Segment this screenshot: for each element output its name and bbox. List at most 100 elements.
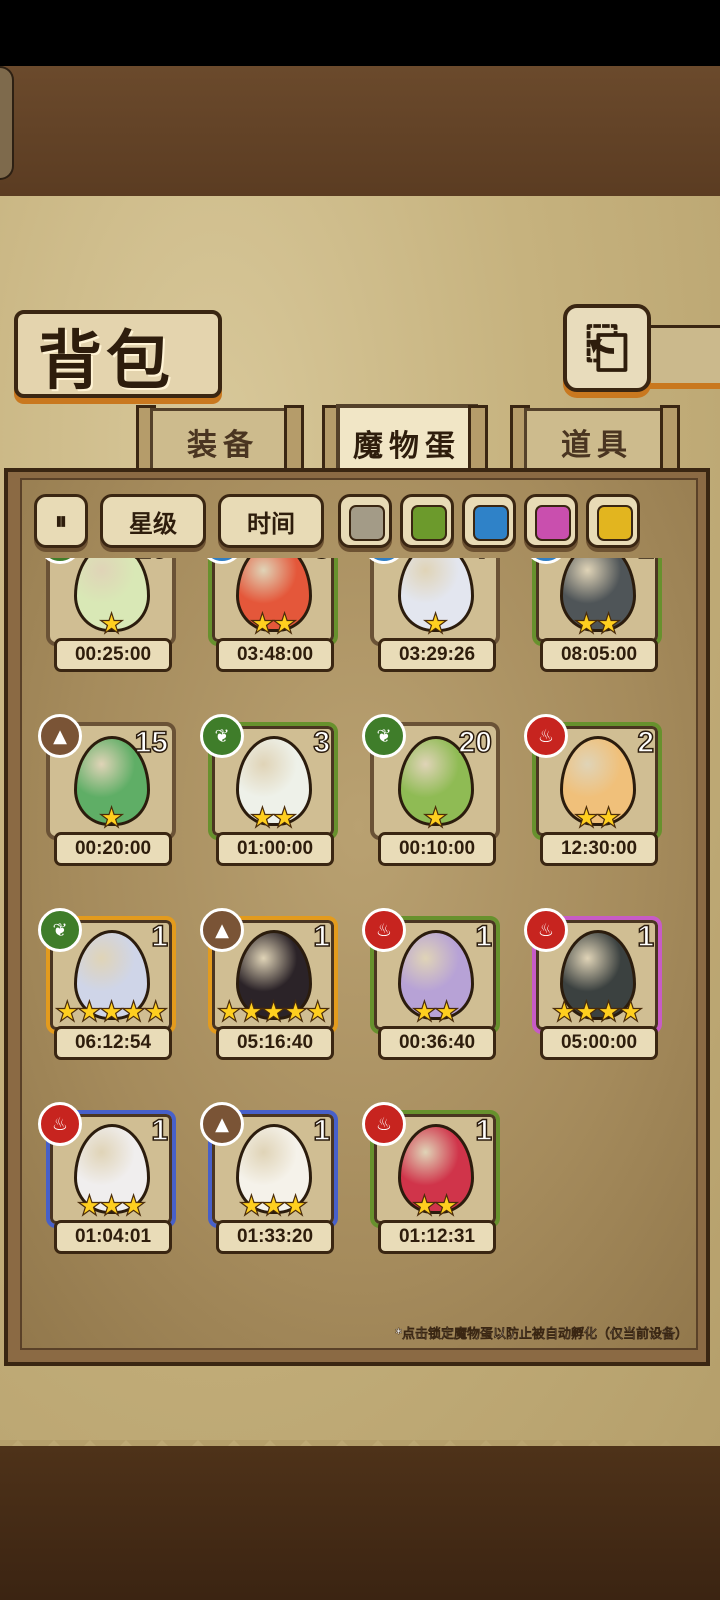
back-rail xyxy=(648,325,720,389)
sort-order-button[interactable]: ⏸ xyxy=(34,494,88,548)
grass-element-icon: ❦ xyxy=(38,908,82,952)
egg-count: 2 xyxy=(637,725,655,760)
return-arrow-icon: ⎗ xyxy=(585,316,629,379)
star-rating: ★★★★★ xyxy=(54,995,169,1028)
star-rating: ★ xyxy=(98,801,124,834)
egg-count: 15 xyxy=(134,725,169,760)
star-rating: ★★★★★ xyxy=(216,995,331,1028)
egg-card[interactable]: 3★★≈03:48:00 xyxy=(200,558,338,672)
egg-count: 20 xyxy=(134,558,169,566)
egg-card[interactable]: 15 ★ ▲ 00:20:00 xyxy=(38,714,176,866)
egg-count: 1 xyxy=(475,919,493,954)
egg-count: 1 xyxy=(637,919,655,954)
sort-by-time-button[interactable]: 时间 xyxy=(218,494,324,548)
egg-card[interactable]: 1★★≈08:05:00 xyxy=(524,558,662,672)
hatch-time: 05:00:00 xyxy=(540,1026,658,1060)
egg-card[interactable]: 1 ★★★★ ♨ 05:00:00 xyxy=(524,908,662,1060)
hatch-time: 06:12:54 xyxy=(54,1026,172,1060)
hatch-time: 01:04:01 xyxy=(54,1220,172,1254)
color-swatch-blue xyxy=(473,505,509,541)
hatch-time: 05:16:40 xyxy=(216,1026,334,1060)
star-rating: ★★ xyxy=(249,801,297,834)
egg-count: 3 xyxy=(313,558,331,566)
earth-element-icon: ▲ xyxy=(200,908,244,952)
sort-by-star-button[interactable]: 星级 xyxy=(100,494,206,548)
status-bar xyxy=(0,0,720,66)
hatch-time: 03:29:26 xyxy=(378,638,496,672)
earth-element-icon: ▲ xyxy=(200,1102,244,1146)
filter-blue[interactable] xyxy=(462,494,516,548)
egg-count: 20 xyxy=(458,725,493,760)
star-rating: ★ xyxy=(98,607,124,640)
fire-element-icon: ♨ xyxy=(362,908,406,952)
fire-element-icon: ♨ xyxy=(362,1102,406,1146)
lock-hint: *点击锁定魔物蛋以防止被自动孵化（仅当前设备） xyxy=(395,1327,688,1342)
page-title: 背包 xyxy=(38,324,174,399)
tab-items[interactable]: 道具 xyxy=(524,408,670,476)
star-rating: ★★★ xyxy=(76,1189,147,1222)
star-rating: ★★★★ xyxy=(551,995,644,1028)
hatch-time: 03:48:00 xyxy=(216,638,334,672)
egg-card[interactable]: 1 ★★★ ▲ 01:33:20 xyxy=(200,1102,338,1254)
egg-count: 1 xyxy=(151,1113,169,1148)
star-rating: ★ xyxy=(422,607,448,640)
star-rating: ★★ xyxy=(249,607,297,640)
egg-card[interactable]: 7★≈03:29:26 xyxy=(362,558,500,672)
egg-card[interactable]: 20 ★ ❦ 00:10:00 xyxy=(362,714,500,866)
hatch-time: 00:36:40 xyxy=(378,1026,496,1060)
hatch-time: 00:20:00 xyxy=(54,832,172,866)
color-swatch-yellow xyxy=(597,505,633,541)
egg-card[interactable]: 3 ★★ ❦ 01:00:00 xyxy=(200,714,338,866)
egg-card[interactable]: 20★❦00:25:00 xyxy=(38,558,176,672)
sort-toggle-icon: ⏸ xyxy=(55,507,67,535)
filter-gray[interactable] xyxy=(338,494,392,548)
egg-card[interactable]: 1 ★★ ♨ 01:12:31 xyxy=(362,1102,500,1254)
egg-card[interactable]: 1 ★★★★★ ❦ 06:12:54 xyxy=(38,908,176,1060)
tab-equipment[interactable]: 装备 xyxy=(150,408,296,476)
hatch-time: 01:00:00 xyxy=(216,832,334,866)
egg-card[interactable]: 1 ★★★ ♨ 01:04:01 xyxy=(38,1102,176,1254)
star-rating: ★ xyxy=(422,801,448,834)
star-rating: ★★ xyxy=(573,607,621,640)
fire-element-icon: ♨ xyxy=(524,908,568,952)
grass-element-icon: ❦ xyxy=(200,714,244,758)
egg-count: 1 xyxy=(637,558,655,566)
fire-element-icon: ♨ xyxy=(524,714,568,758)
tab-post xyxy=(468,405,488,475)
egg-count: 1 xyxy=(313,919,331,954)
earth-element-icon: ▲ xyxy=(38,714,82,758)
hatch-time: 01:12:31 xyxy=(378,1220,496,1254)
egg-count: 1 xyxy=(475,1113,493,1148)
side-handle[interactable] xyxy=(0,66,14,180)
color-swatch-gray xyxy=(349,505,385,541)
filter-pink[interactable] xyxy=(524,494,578,548)
hatch-time: 12:30:00 xyxy=(540,832,658,866)
color-swatch-pink xyxy=(535,505,571,541)
filter-green[interactable] xyxy=(400,494,454,548)
hatch-time: 00:25:00 xyxy=(54,638,172,672)
tab-post xyxy=(284,405,304,475)
back-button[interactable]: ⎗ xyxy=(563,304,651,392)
egg-count: 7 xyxy=(475,558,493,566)
egg-card[interactable]: 2 ★★ ♨ 12:30:00 xyxy=(524,714,662,866)
hatch-time: 00:10:00 xyxy=(378,832,496,866)
star-rating: ★★★ xyxy=(238,1189,309,1222)
egg-card[interactable]: 1 ★★ ♨ 00:36:40 xyxy=(362,908,500,1060)
hatch-time: 01:33:20 xyxy=(216,1220,334,1254)
egg-card[interactable]: 1 ★★★★★ ▲ 05:16:40 xyxy=(200,908,338,1060)
grass-element-icon: ❦ xyxy=(362,714,406,758)
map-background-top xyxy=(0,66,720,196)
egg-count: 1 xyxy=(313,1113,331,1148)
color-swatch-green xyxy=(411,505,447,541)
tab-post xyxy=(660,405,680,475)
egg-grid: 20★❦00:25:003★★≈03:48:007★≈03:29:261★★≈0… xyxy=(22,558,692,1298)
star-rating: ★★ xyxy=(411,995,459,1028)
star-rating: ★★ xyxy=(411,1189,459,1222)
egg-count: 1 xyxy=(151,919,169,954)
fire-element-icon: ♨ xyxy=(38,1102,82,1146)
filter-yellow[interactable] xyxy=(586,494,640,548)
hatch-time: 08:05:00 xyxy=(540,638,658,672)
star-rating: ★★ xyxy=(573,801,621,834)
egg-count: 3 xyxy=(313,725,331,760)
map-background-bottom xyxy=(0,1446,720,1600)
